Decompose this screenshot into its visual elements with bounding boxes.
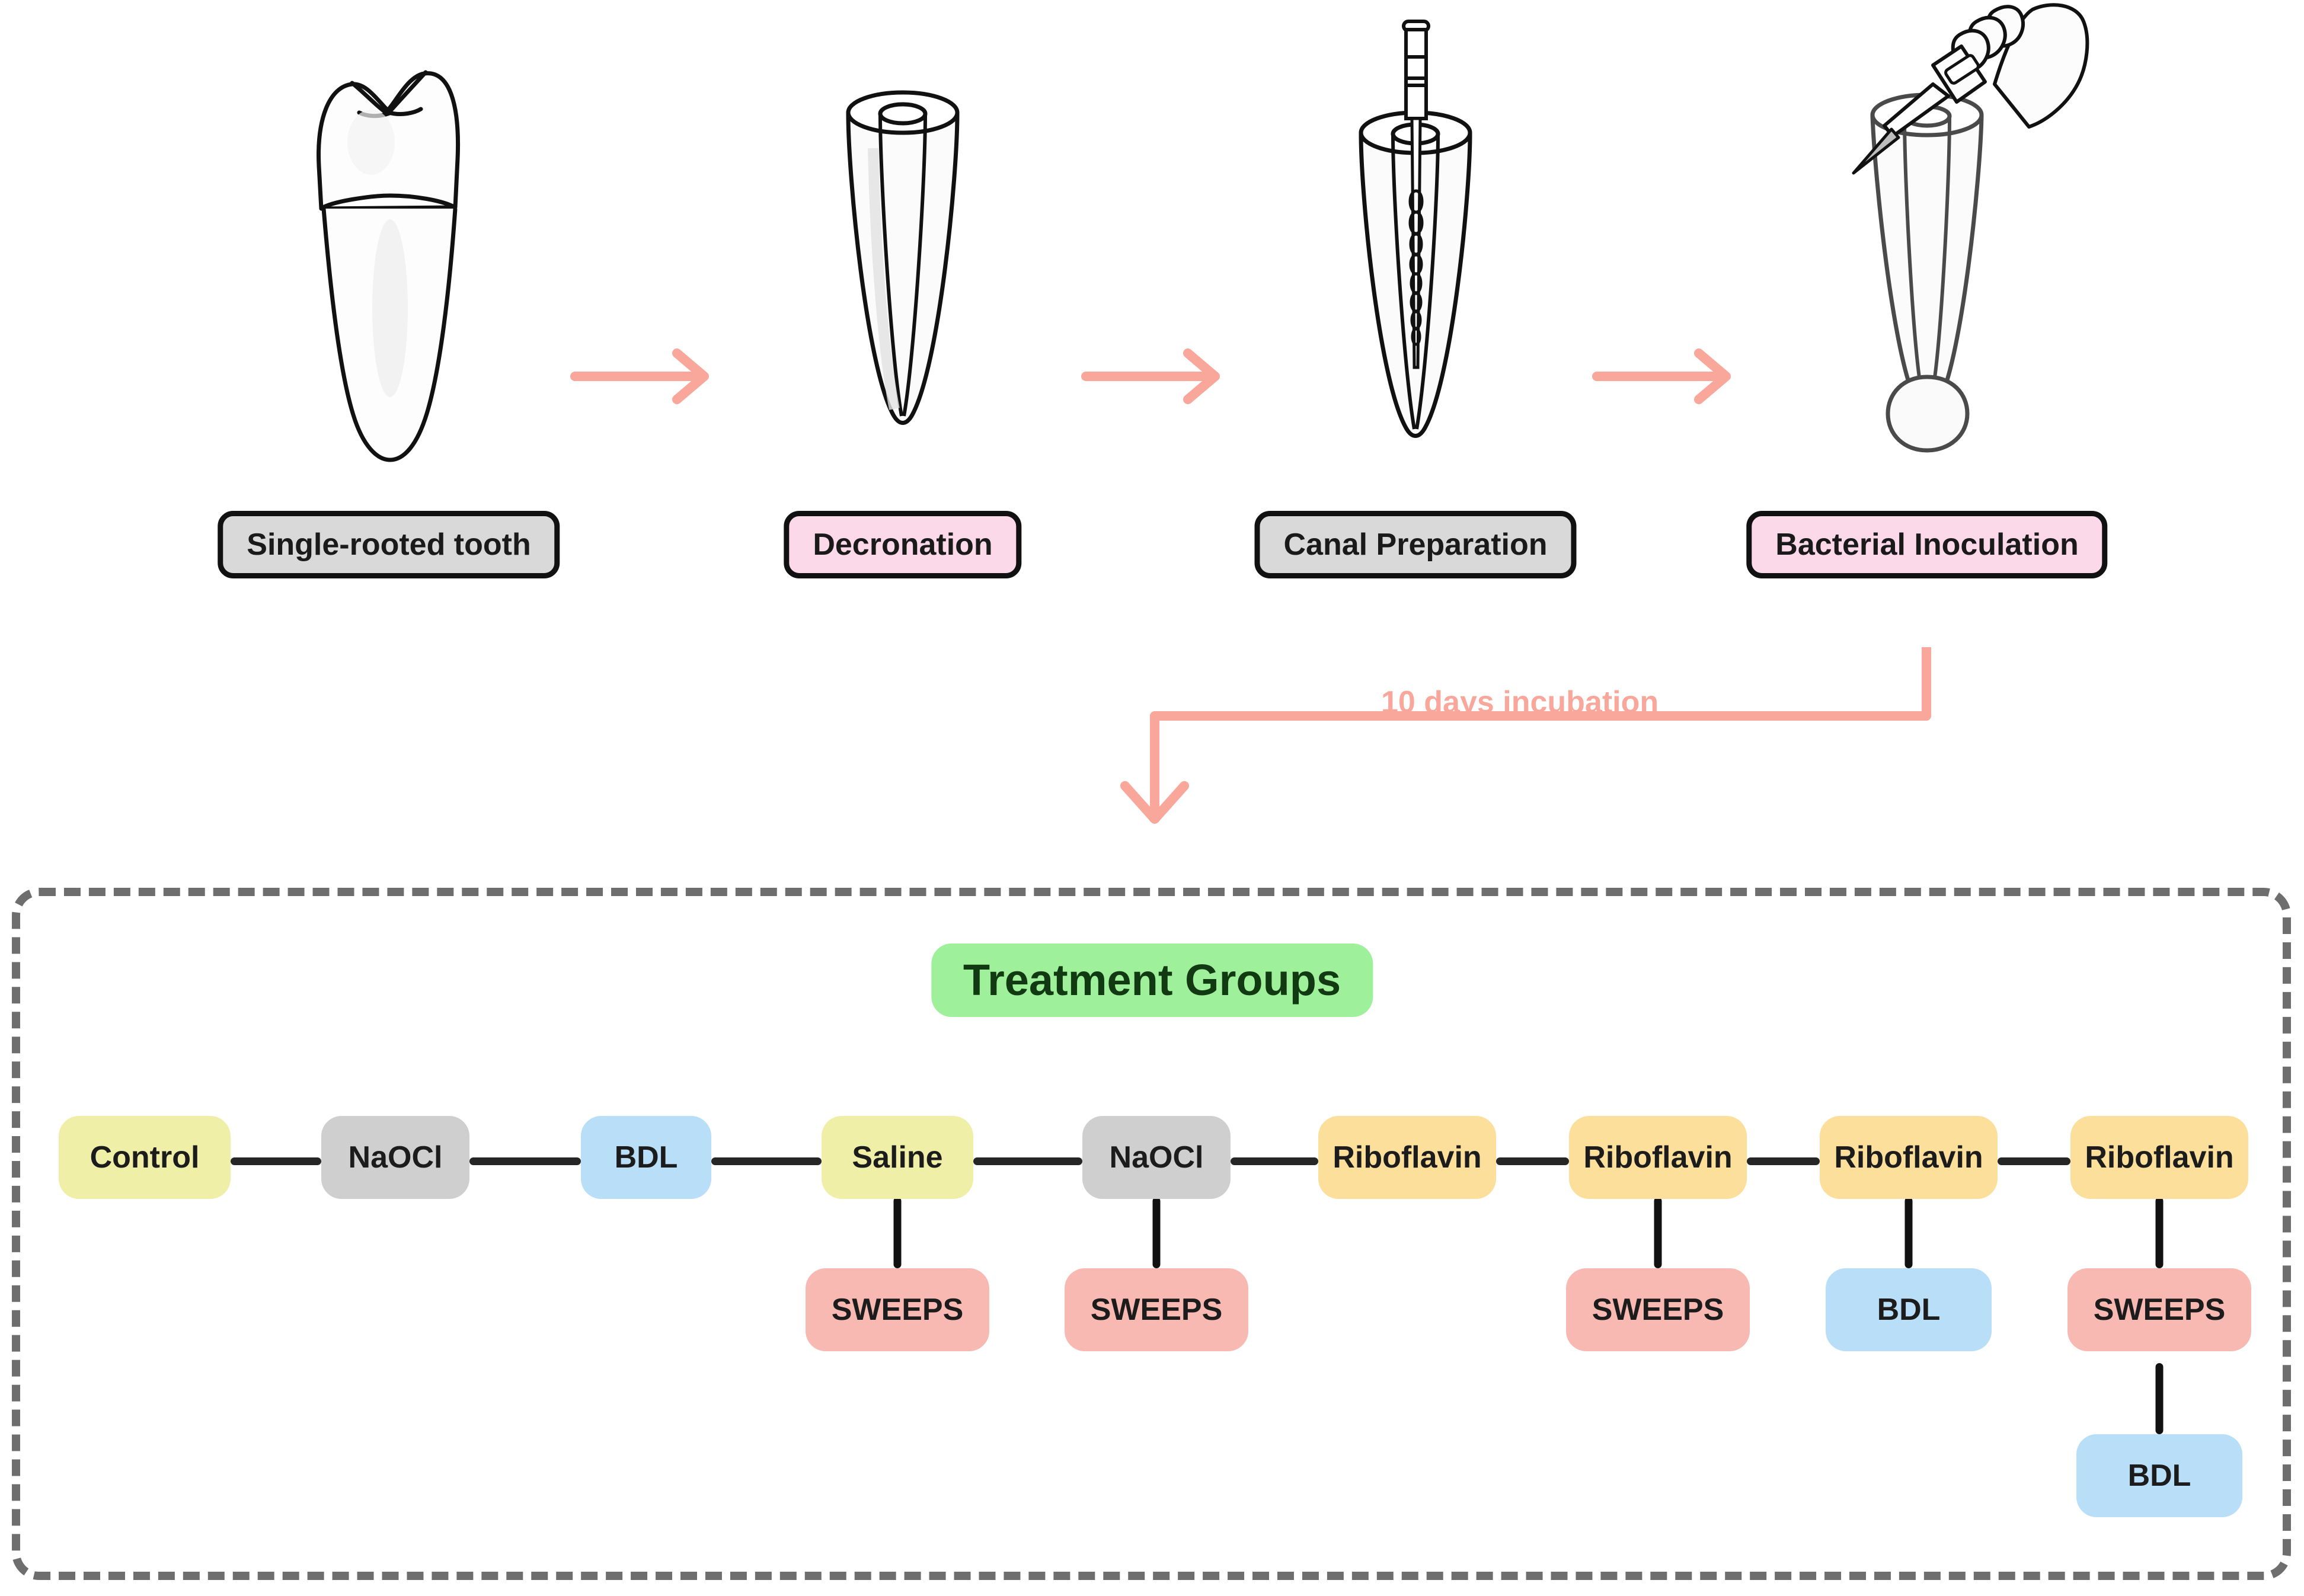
treatment-node-sweeps-4[interactable]: SWEEPS: [2067, 1268, 2251, 1351]
vconnector-saline-sweeps: [893, 1197, 902, 1268]
treatment-node-sweeps-2[interactable]: SWEEPS: [1065, 1268, 1248, 1351]
stage-label-bacterial-inoculation: Bacterial Inoculation: [1746, 511, 2108, 578]
vconnector-sweeps-bdl: [2155, 1363, 2164, 1434]
treatment-node-bdl-2[interactable]: BDL: [1826, 1268, 1992, 1351]
workflow-arrow-2: [1080, 344, 1228, 409]
row1-connector-3: [711, 1157, 822, 1165]
row1-connector-1: [231, 1157, 321, 1165]
workflow-stage-single-rooted-tooth: Single-rooted tooth: [181, 0, 596, 610]
workflow-row: Single-rooted tooth Decronation Canal Pr…: [0, 0, 2304, 610]
row1-connector-5: [1231, 1157, 1318, 1165]
decoronated-root-icon: [695, 0, 1110, 492]
treatment-node-naocl-1[interactable]: NaOCl: [321, 1116, 469, 1199]
treatment-node-riboflavin-1[interactable]: Riboflavin: [1318, 1116, 1496, 1199]
row1-connector-6: [1496, 1157, 1569, 1165]
workflow-stage-decronation: Decronation: [695, 0, 1110, 610]
treatment-node-riboflavin-3[interactable]: Riboflavin: [1820, 1116, 1998, 1199]
workflow-stage-canal-preparation: Canal Preparation: [1208, 0, 1623, 610]
row1-connector-8: [1998, 1157, 2070, 1165]
tooth-icon: [181, 0, 596, 492]
pipette-inoculation-icon: [1720, 0, 2134, 492]
stage-label-decronation: Decronation: [784, 511, 1022, 578]
vconnector-riboflavin2-sweeps: [1654, 1197, 1662, 1268]
root-with-file-icon: [1208, 0, 1623, 492]
vconnector-naocl-sweeps: [1152, 1197, 1161, 1268]
treatment-groups-title: Treatment Groups: [931, 943, 1373, 1017]
treatment-node-control[interactable]: Control: [59, 1116, 231, 1199]
workflow-arrow-1: [569, 344, 717, 409]
row1-connector-4: [973, 1157, 1082, 1165]
workflow-stage-bacterial-inoculation: Bacterial Inoculation: [1720, 0, 2134, 610]
treatment-node-sweeps-1[interactable]: SWEEPS: [806, 1268, 989, 1351]
incubation-arrow: [1085, 610, 2009, 859]
treatment-node-bdl-3[interactable]: BDL: [2076, 1434, 2242, 1517]
treatment-node-sweeps-3[interactable]: SWEEPS: [1566, 1268, 1750, 1351]
incubation-label: 10 days incubation: [1381, 685, 1659, 719]
stage-label-single-rooted-tooth: Single-rooted tooth: [218, 511, 560, 578]
treatment-node-bdl-1[interactable]: BDL: [581, 1116, 711, 1199]
stage-label-canal-preparation: Canal Preparation: [1254, 511, 1577, 578]
row1-connector-7: [1747, 1157, 1820, 1165]
row1-connector-2: [469, 1157, 581, 1165]
treatment-node-naocl-2[interactable]: NaOCl: [1082, 1116, 1231, 1199]
vconnector-riboflavin3-bdl: [1904, 1197, 1913, 1268]
treatment-node-saline[interactable]: Saline: [822, 1116, 973, 1199]
treatment-node-riboflavin-4[interactable]: Riboflavin: [2070, 1116, 2248, 1199]
treatment-node-riboflavin-2[interactable]: Riboflavin: [1569, 1116, 1747, 1199]
workflow-arrow-3: [1591, 344, 1739, 409]
vconnector-riboflavin4-sweeps: [2155, 1197, 2164, 1268]
